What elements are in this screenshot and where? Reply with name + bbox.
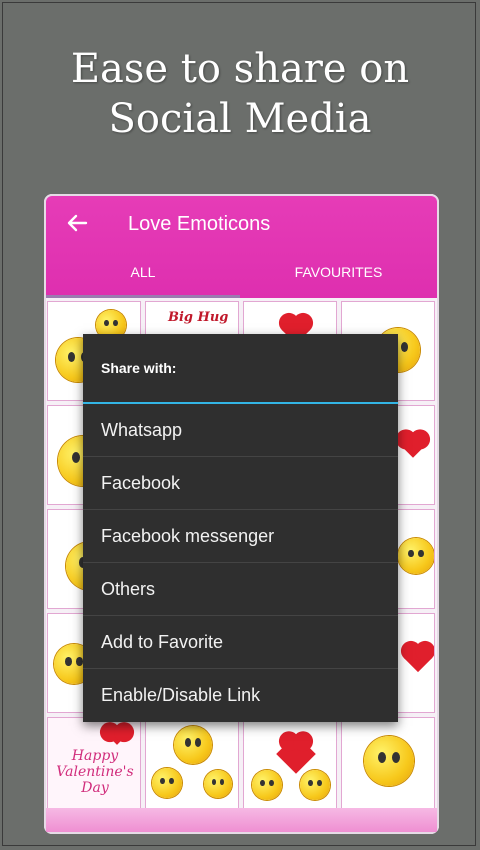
- back-arrow-icon[interactable]: [64, 210, 90, 236]
- share-option-facebook[interactable]: Facebook: [83, 457, 398, 510]
- heart-icon: [403, 643, 433, 673]
- emoticon-cell[interactable]: Happy Valentine's Day: [48, 718, 140, 816]
- emoji-face-icon: [152, 768, 182, 798]
- emoticon-cell[interactable]: [342, 718, 434, 816]
- heart-icon: [107, 725, 127, 745]
- app-title: Love Emoticons: [128, 213, 271, 235]
- emoji-face-icon: [398, 538, 434, 574]
- promo-headline: Ease to share on Social Media: [0, 44, 480, 144]
- emoticon-cell[interactable]: [244, 718, 336, 816]
- share-option-facebook-messenger[interactable]: Facebook messenger: [83, 510, 398, 563]
- share-dialog: Share with: Whatsapp Facebook Facebook m…: [83, 334, 398, 722]
- emoticon-cell[interactable]: [146, 718, 238, 816]
- tab-favourites[interactable]: FAVOURITES: [240, 254, 437, 298]
- bottom-bar: [46, 808, 437, 832]
- share-dialog-title: Share with:: [101, 360, 177, 376]
- share-option-enable-disable-link[interactable]: Enable/Disable Link: [83, 669, 398, 721]
- tab-all[interactable]: ALL: [46, 254, 240, 298]
- tab-bar: ALL FAVOURITES: [46, 254, 437, 298]
- share-option-others[interactable]: Others: [83, 563, 398, 616]
- emoji-face-icon: [300, 770, 330, 800]
- emoji-face-icon: [204, 770, 232, 798]
- share-option-whatsapp[interactable]: Whatsapp: [83, 404, 398, 457]
- share-dialog-header: Share with:: [83, 334, 398, 404]
- share-option-add-to-favorite[interactable]: Add to Favorite: [83, 616, 398, 669]
- cell-caption: Big Hug: [168, 310, 229, 325]
- emoji-face-icon: [174, 726, 212, 764]
- heart-icon: [276, 734, 316, 774]
- emoji-face-icon: [364, 736, 414, 786]
- promo-line-2: Social Media: [108, 96, 372, 142]
- app-bar: Love Emoticons ALL FAVOURITES: [46, 196, 437, 298]
- promo-line-1: Ease to share on: [70, 46, 410, 92]
- heart-icon: [400, 432, 426, 458]
- emoji-face-icon: [252, 770, 282, 800]
- valentine-caption: Happy Valentine's Day: [56, 748, 134, 796]
- tab-selected-indicator: [46, 295, 240, 298]
